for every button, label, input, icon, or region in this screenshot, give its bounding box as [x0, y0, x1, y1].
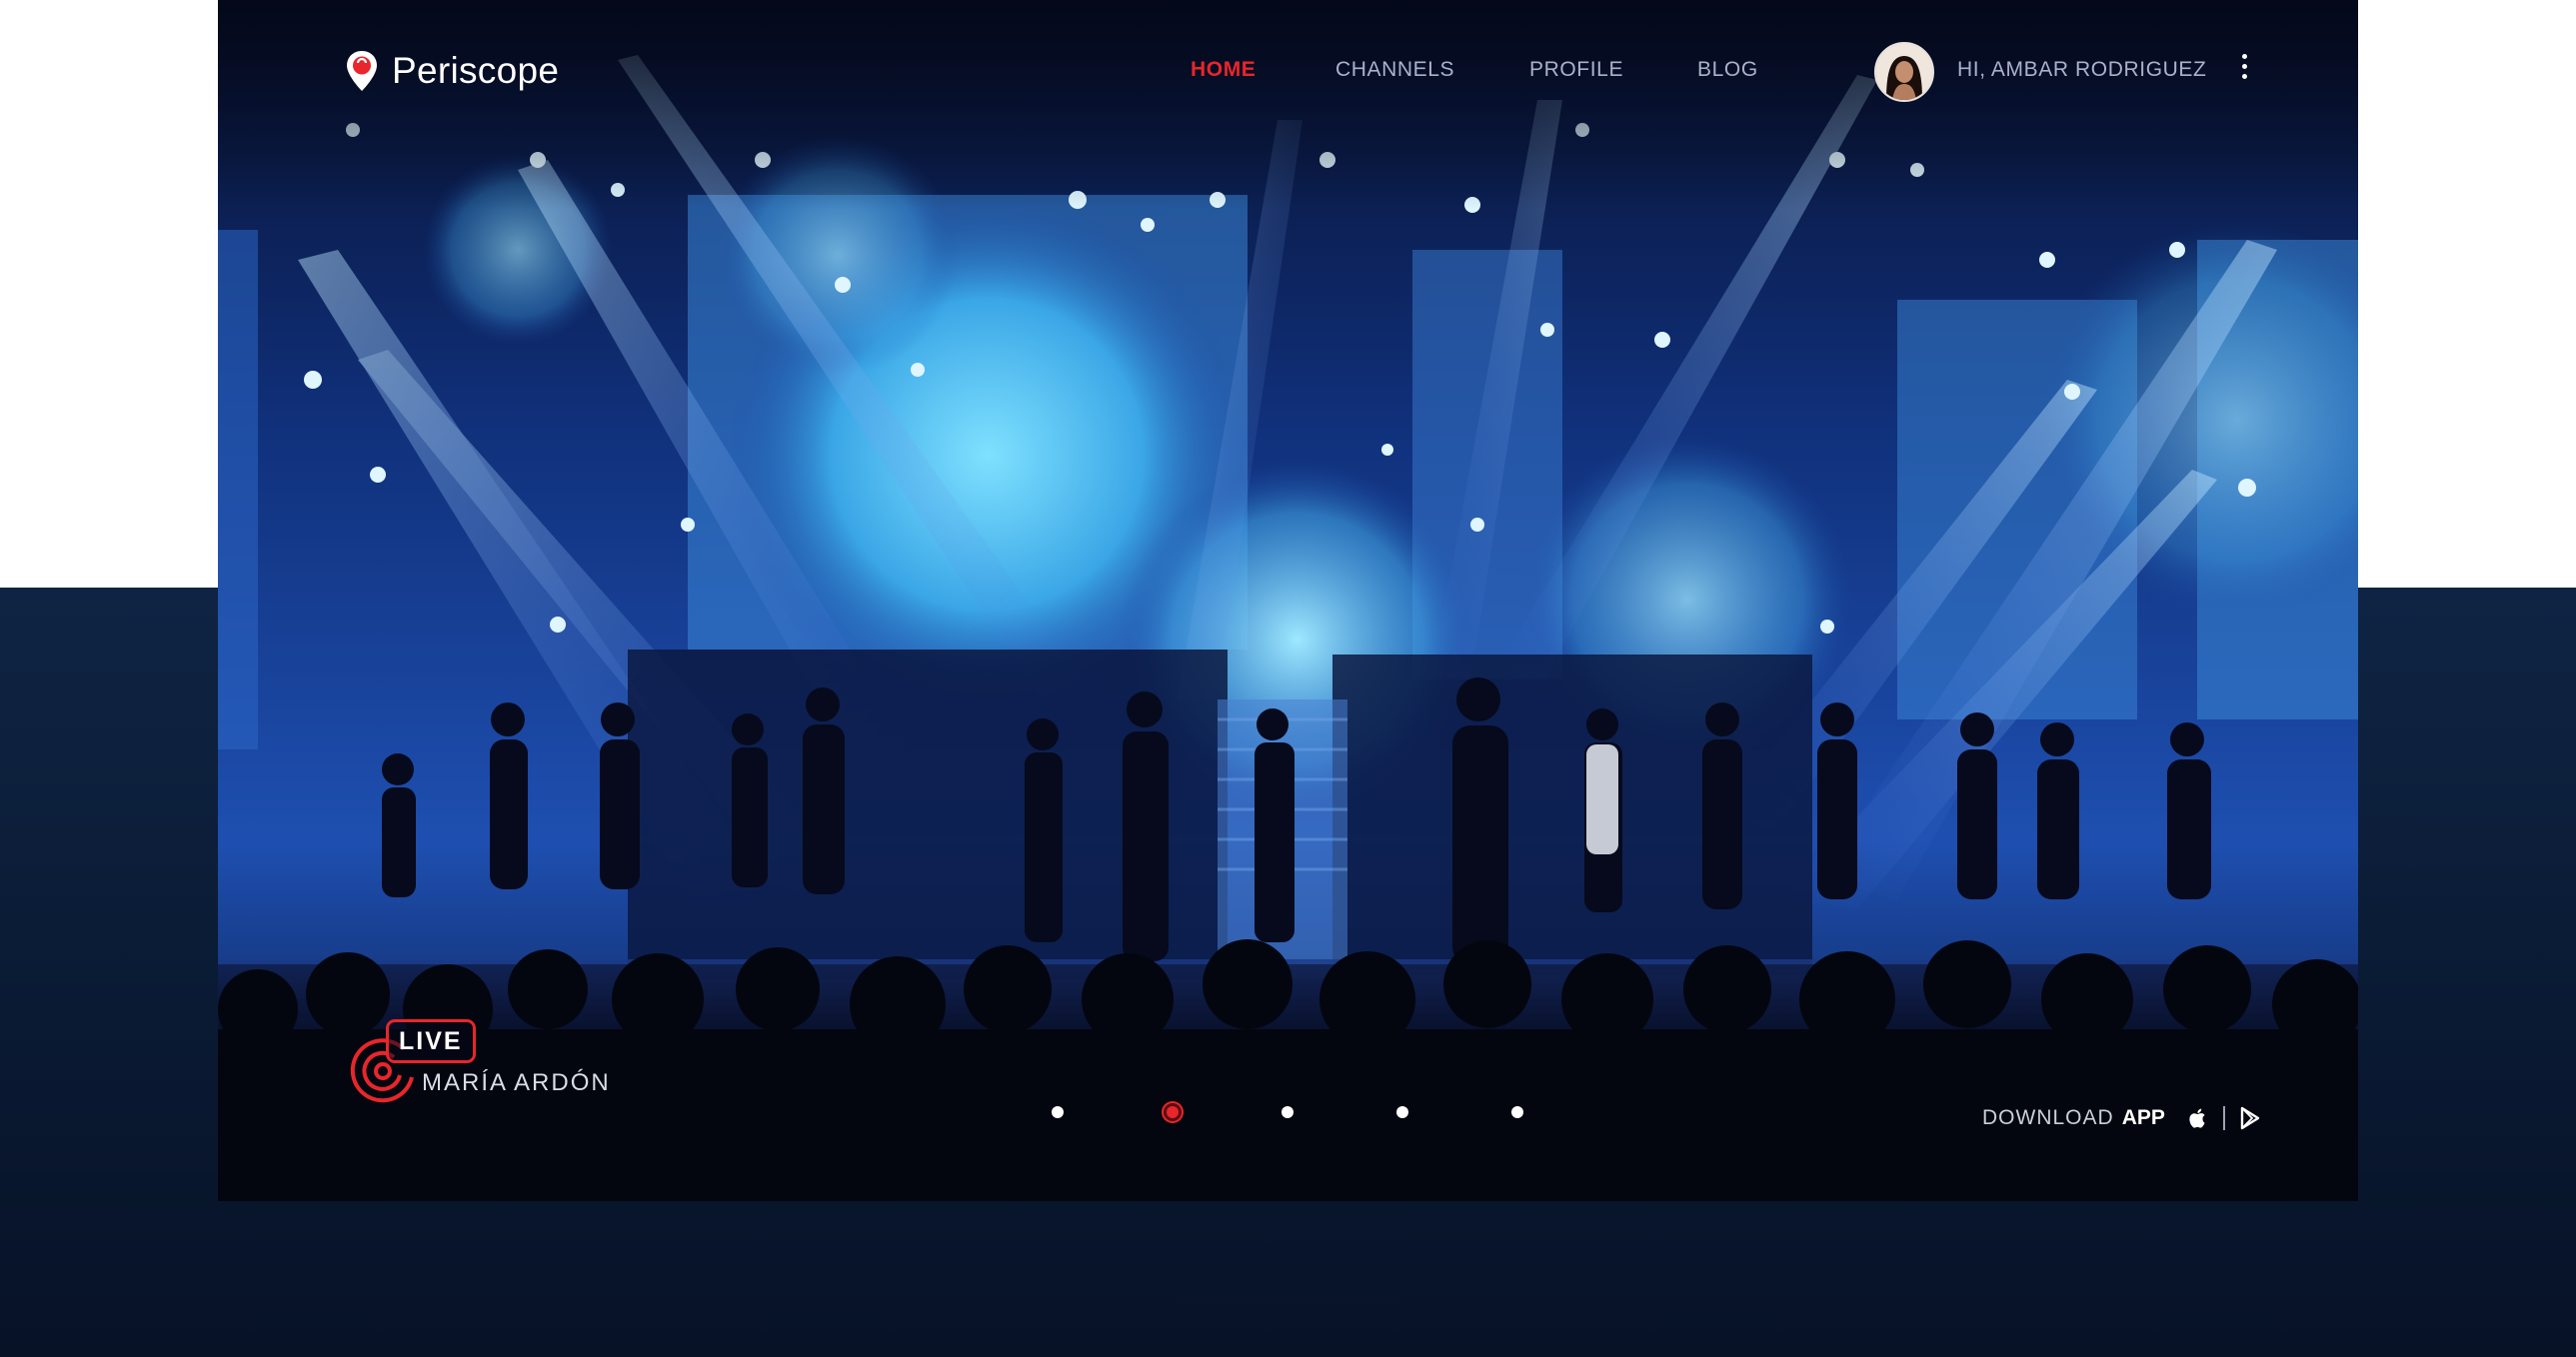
- carousel-dot-1[interactable]: [1052, 1106, 1064, 1118]
- user-avatar[interactable]: [1874, 42, 1934, 102]
- brand-name: Periscope: [392, 50, 560, 91]
- brand[interactable]: Periscope: [346, 50, 559, 92]
- carousel-dot-5[interactable]: [1511, 1106, 1523, 1118]
- live-badge: LIVE: [386, 1019, 476, 1063]
- nav-blog[interactable]: BLOG: [1697, 58, 1758, 82]
- nav-home[interactable]: HOME: [1191, 58, 1256, 82]
- download-label: DOWNLOAD: [1982, 1106, 2114, 1129]
- carousel-dot-4[interactable]: [1396, 1106, 1408, 1118]
- carousel-dot-3[interactable]: [1282, 1106, 1293, 1118]
- nav-profile[interactable]: PROFILE: [1529, 58, 1623, 82]
- avatar-portrait: [1876, 44, 1932, 100]
- periscope-pin-icon: [347, 51, 377, 91]
- nav-channels[interactable]: CHANNELS: [1335, 58, 1454, 82]
- download-app-label: APP: [2121, 1106, 2165, 1129]
- hero-banner: Periscope HOME CHANNELS PROFILE BLOG HI,…: [218, 0, 2358, 1201]
- kebab-menu-icon[interactable]: [2237, 54, 2251, 86]
- broadcaster-name[interactable]: MARÍA ARDÓN: [422, 1069, 611, 1097]
- store-divider: [2222, 1106, 2225, 1130]
- top-navigation-bar: Periscope HOME CHANNELS PROFILE BLOG HI,…: [218, 0, 2358, 150]
- download-app: DOWNLOAD APP: [1982, 1103, 2261, 1133]
- carousel-dot-2[interactable]: [1167, 1106, 1179, 1118]
- google-play-icon[interactable]: [2239, 1106, 2261, 1130]
- live-indicator[interactable]: LIVE MARÍA ARDÓN: [346, 1017, 646, 1107]
- user-greeting[interactable]: HI, AMBAR RODRIGUEZ: [1957, 58, 2206, 82]
- apple-icon[interactable]: [2187, 1106, 2209, 1130]
